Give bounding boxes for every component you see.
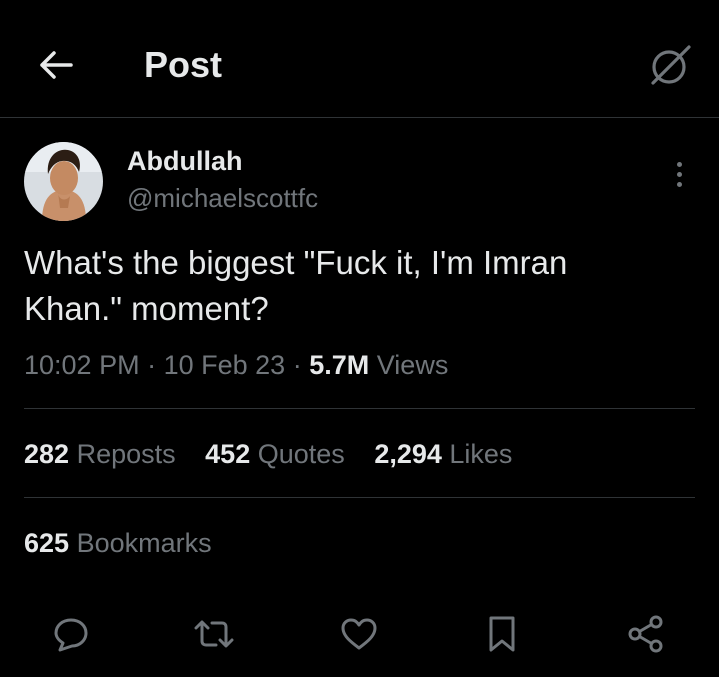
share-button[interactable] xyxy=(618,606,674,662)
likes-count: 2,294 xyxy=(374,439,442,469)
reposts-stat[interactable]: 282 Reposts xyxy=(24,439,176,469)
bookmarks-count: 625 xyxy=(24,528,70,558)
author-name[interactable]: Abdullah xyxy=(127,145,243,177)
tweet-text: What's the biggest "Fuck it, I'm Imran K… xyxy=(24,244,568,327)
grok-button[interactable] xyxy=(645,40,695,90)
more-dot-icon xyxy=(676,181,682,187)
arrow-left-icon xyxy=(40,51,73,79)
views-label: Views xyxy=(376,350,449,380)
tweet-date[interactable]: 10 Feb 23 xyxy=(164,350,286,380)
grok-icon xyxy=(651,45,691,85)
more-dot-icon xyxy=(676,171,682,177)
likes-stat[interactable]: 2,294 Likes xyxy=(374,439,512,469)
meta-separator: · xyxy=(292,350,302,380)
reposts-label: Reposts xyxy=(76,439,176,469)
likes-label: Likes xyxy=(449,439,513,469)
tweet-time[interactable]: 10:02 PM xyxy=(24,350,140,380)
reply-icon xyxy=(54,618,88,652)
divider xyxy=(24,497,695,498)
share-icon xyxy=(628,615,663,653)
repost-button[interactable] xyxy=(186,606,242,662)
bookmarks-label: Bookmarks xyxy=(76,528,212,558)
engagement-stats: 282 Reposts 452 Quotes 2,294 Likes xyxy=(24,436,534,472)
bookmark-button[interactable] xyxy=(474,606,530,662)
quotes-stat[interactable]: 452 Quotes xyxy=(205,439,345,469)
author-handle[interactable]: @michaelscottfc xyxy=(127,183,318,213)
top-bar: Post xyxy=(0,0,719,118)
bookmark-icon xyxy=(489,616,515,652)
bookmarks-stat[interactable]: 625 Bookmarks xyxy=(24,525,212,561)
page-title: Post xyxy=(144,44,223,85)
action-bar xyxy=(0,606,719,662)
quotes-count: 452 xyxy=(205,439,251,469)
tweet-meta: 10:02 PM · 10 Feb 23 · 5.7M Views xyxy=(24,346,448,384)
like-button[interactable] xyxy=(331,606,387,662)
reply-button[interactable] xyxy=(43,606,99,662)
repost-icon xyxy=(194,620,234,648)
back-button[interactable] xyxy=(34,44,76,86)
more-options-button[interactable] xyxy=(664,157,694,191)
meta-separator: · xyxy=(147,350,157,380)
more-dot-icon xyxy=(676,161,682,167)
views-count: 5.7M xyxy=(309,350,370,380)
reposts-count: 282 xyxy=(24,439,70,469)
avatar-image xyxy=(24,142,103,221)
divider xyxy=(24,408,695,409)
quotes-label: Quotes xyxy=(257,439,345,469)
avatar[interactable] xyxy=(24,142,103,221)
heart-icon xyxy=(341,618,377,650)
